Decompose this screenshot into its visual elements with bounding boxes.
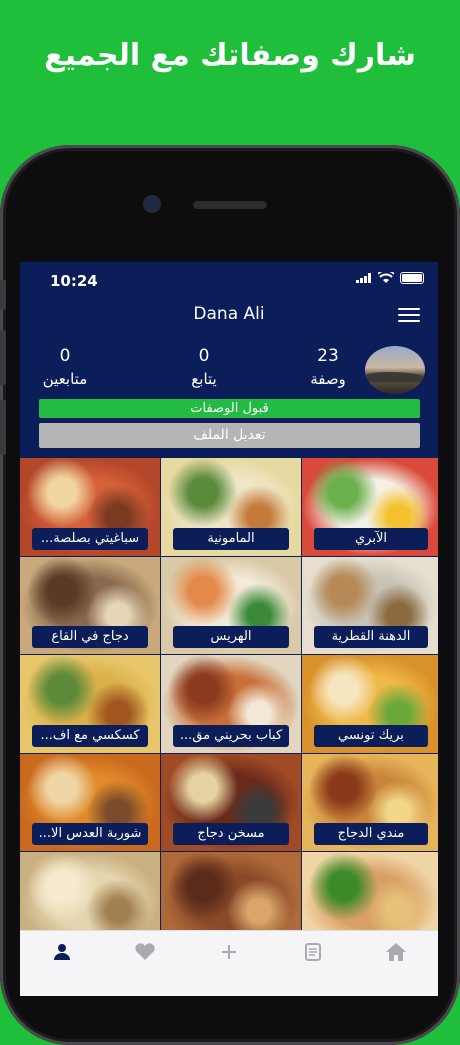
stat-followers-label: متابعين [42,370,88,388]
stat-following[interactable]: 0 يتابع [164,346,244,388]
stat-following-label: يتابع [191,370,217,388]
recipe-card[interactable]: الدهنة القطرية [302,556,438,654]
tab-add[interactable] [209,941,249,963]
heart-icon [135,943,156,960]
battery-icon [400,272,424,284]
recipe-title: بريك تونسي [314,724,428,747]
recipe-title: سباغيتي بصلصة... [32,527,148,550]
stat-followers-value: 0 [59,346,71,366]
recipe-title: دجاج في القاع [32,626,148,648]
tab-home[interactable] [376,941,416,963]
recipe-card[interactable]: كباب بحريني مق... [161,655,301,753]
banner-title: شارك وصفاتك مع الجميع [44,38,416,73]
phone-side-button [0,330,6,385]
status-icons [356,272,424,284]
app-screen: 10:24 Dana Ali 23 وصفة 0 يتابع 0 متابعين… [20,262,438,996]
recipe-image [20,852,160,938]
recipe-title: مندي الدجاج [314,823,428,845]
recipe-card[interactable]: مندي الدجاج [302,753,438,851]
recipe-card[interactable]: دجاج في القاع [20,556,160,654]
wifi-icon [378,272,394,283]
book-icon [304,943,321,961]
accept-recipes-button[interactable]: قبول الوصفات [39,399,420,418]
avatar[interactable] [365,346,425,394]
person-icon [53,944,70,960]
recipe-card[interactable]: شوربة العدس الا... [20,753,160,851]
tab-bar [20,930,438,996]
recipe-card[interactable]: الهريس [161,556,301,654]
signal-icon [356,273,371,283]
recipe-title: كسكسي مع اف... [32,724,148,747]
phone-side-button [0,400,6,455]
tab-favorites[interactable] [125,941,165,963]
tab-recipes[interactable] [293,941,333,963]
recipe-title: مسخن دجاج [173,823,289,845]
stat-followers[interactable]: 0 متابعين [25,346,105,388]
recipe-card[interactable]: سباغيتي بصلصة... [20,458,160,556]
recipe-card[interactable]: مسخن دجاج [161,753,301,851]
recipe-card[interactable]: بريك تونسي [302,655,438,753]
recipe-title: الهريس [173,626,289,648]
recipe-title: كباب بحريني مق... [173,724,289,747]
recipe-card[interactable]: المامونية [161,458,301,556]
recipe-title: المامونية [173,527,289,550]
recipe-card[interactable]: كسكسي مع اف... [20,655,160,753]
menu-icon[interactable] [398,308,420,322]
speaker-grille [193,201,267,209]
status-bar: 10:24 [20,262,438,298]
stat-following-value: 0 [198,346,210,366]
recipe-card[interactable] [302,852,438,938]
camera-icon [145,197,159,211]
plus-icon [221,945,236,959]
recipe-title: شوربة العدس الا... [32,823,148,845]
recipe-title: الآبري [314,527,428,550]
recipe-card[interactable] [161,852,301,938]
recipe-card[interactable] [20,852,160,938]
stat-recipes-value: 23 [317,346,339,366]
phone-side-button [0,280,6,310]
status-time: 10:24 [50,272,98,290]
stat-recipes[interactable]: 23 وصفة [288,346,368,388]
recipe-grid: سباغيتي بصلصة... المامونية الآبري دجاج في ا… [20,458,438,938]
recipe-image [302,852,438,938]
tab-profile[interactable] [42,941,82,963]
stat-recipes-label: وصفة [310,370,346,388]
recipe-image [161,852,301,938]
home-icon [386,943,407,961]
recipe-title: الدهنة القطرية [314,626,428,648]
recipe-card[interactable]: الآبري [302,458,438,556]
profile-name: Dana Ali [193,304,265,324]
edit-profile-button[interactable]: تعدبل الملف [39,423,420,448]
